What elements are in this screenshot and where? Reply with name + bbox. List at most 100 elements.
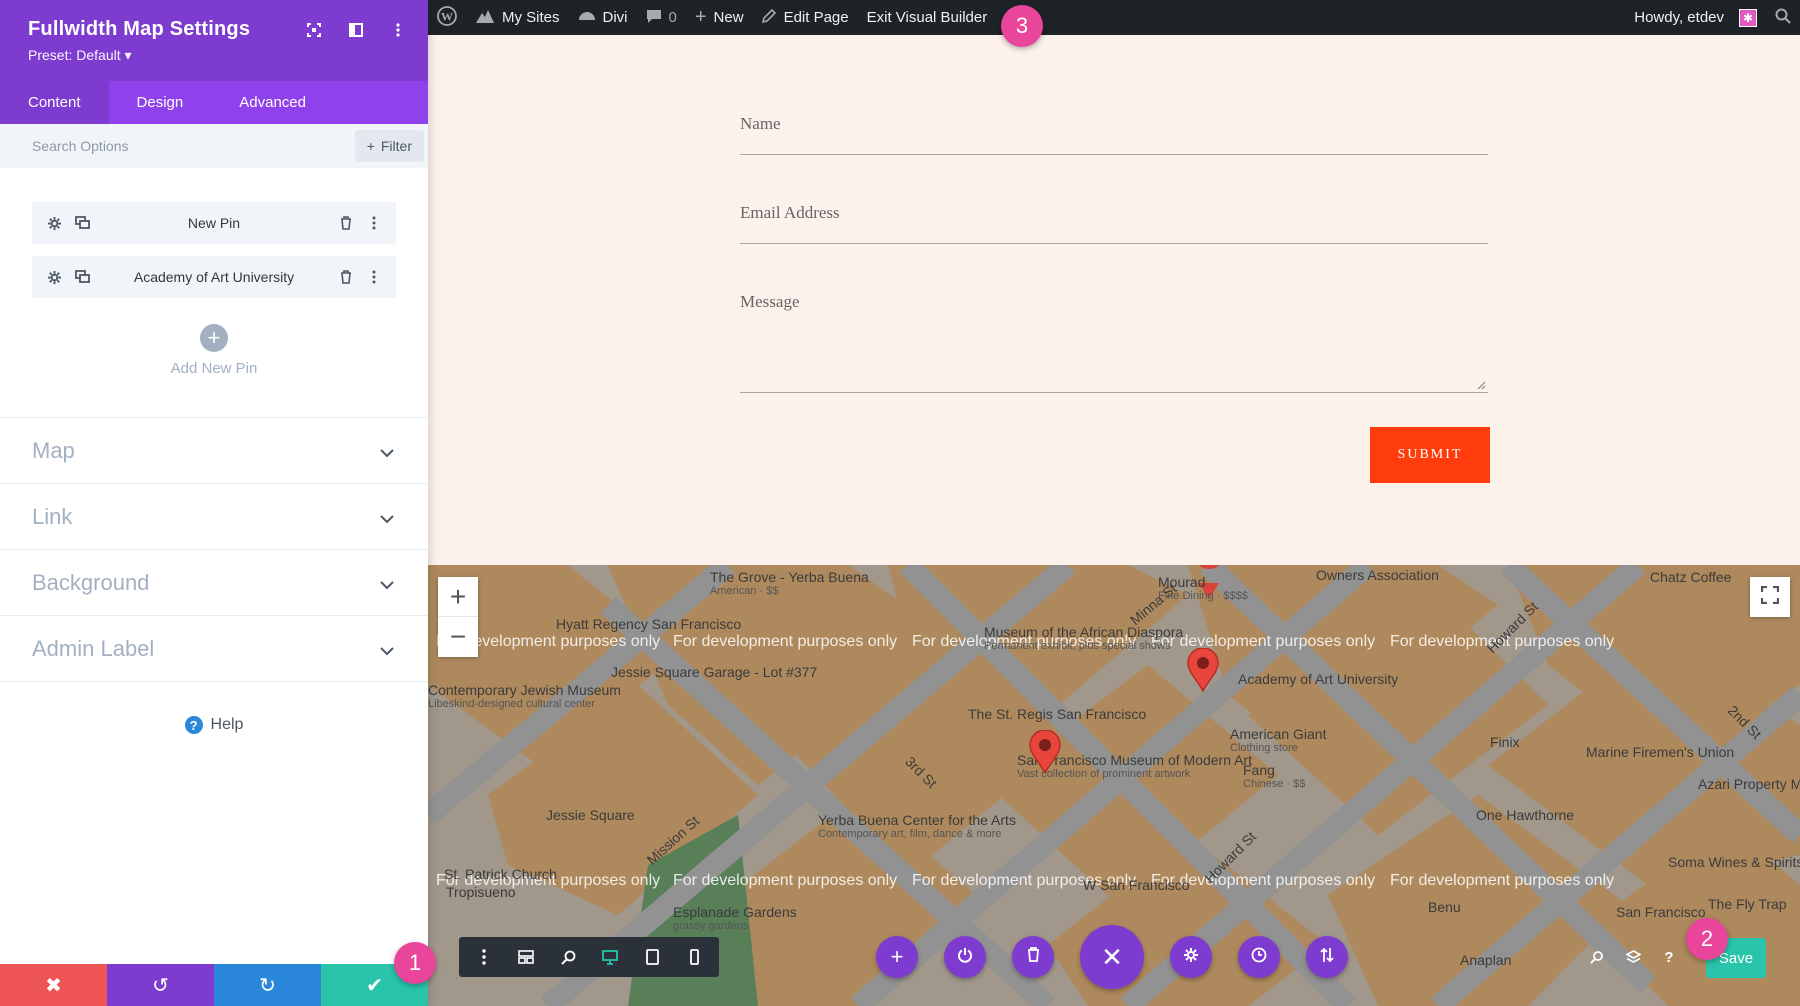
message-field[interactable]: Message bbox=[740, 256, 1488, 393]
phone-icon[interactable] bbox=[675, 942, 713, 972]
zoom-out-button[interactable]: − bbox=[438, 617, 478, 657]
clear-layout-button[interactable] bbox=[1012, 936, 1054, 978]
new-content-menu[interactable]: + New bbox=[686, 0, 753, 35]
settings-icon bbox=[1183, 947, 1199, 968]
close-icon: ✖ bbox=[45, 974, 62, 997]
undo-icon: ↺ bbox=[152, 974, 169, 997]
map-place-label: Owners Association bbox=[1316, 567, 1439, 583]
step-badge: 3 bbox=[1001, 5, 1043, 47]
more-options-icon[interactable] bbox=[364, 213, 384, 233]
map-pin-marker-icon[interactable] bbox=[1186, 647, 1220, 697]
chevron-down-icon bbox=[380, 636, 394, 662]
edit-page-link[interactable]: Edit Page bbox=[753, 0, 858, 35]
map-place-label: Mourad Fine Dining · $$$$ bbox=[1158, 574, 1248, 603]
wireframe-icon[interactable] bbox=[507, 942, 545, 972]
preset-dropdown[interactable]: Preset: Default ▾ bbox=[28, 47, 400, 64]
preset-label: Preset: Default bbox=[28, 47, 121, 63]
contact-form-section: Name Email Address Message SUBMIT bbox=[428, 35, 1800, 565]
edit-page-label: Edit Page bbox=[783, 9, 849, 26]
zoom-in-button[interactable]: + bbox=[438, 577, 478, 617]
email-field[interactable]: Email Address bbox=[740, 167, 1488, 244]
more-options-icon[interactable] bbox=[388, 20, 408, 40]
divi-menu[interactable]: Divi bbox=[569, 0, 637, 35]
toggle-background[interactable]: Background bbox=[0, 550, 428, 616]
add-icon: + bbox=[890, 944, 904, 969]
help-icon: ? bbox=[184, 716, 203, 734]
map-place-label: St. Patrick Church bbox=[444, 866, 557, 882]
expand-modal-icon[interactable] bbox=[304, 20, 324, 40]
module-settings-panel: Fullwidth Map Settings Preset: Default ▾… bbox=[0, 0, 428, 1006]
map-place-label: One Hawthorne bbox=[1476, 807, 1575, 823]
undo-button[interactable]: ↺ bbox=[107, 964, 214, 1006]
more-icon[interactable] bbox=[465, 942, 503, 972]
my-sites-menu[interactable]: My Sites bbox=[466, 0, 569, 35]
tablet-icon[interactable] bbox=[633, 942, 671, 972]
page-settings-button[interactable] bbox=[1170, 936, 1212, 978]
toggle-admin-label[interactable]: Admin Label bbox=[0, 616, 428, 682]
trash-icon[interactable] bbox=[336, 213, 356, 233]
panel-tabs: Content Design Advanced bbox=[0, 81, 428, 124]
load-from-library-button[interactable] bbox=[944, 936, 986, 978]
toggle-link[interactable]: Link bbox=[0, 484, 428, 550]
map-place-label: Tropisueno bbox=[446, 884, 516, 900]
add-new-pin-label: Add New Pin bbox=[170, 360, 258, 377]
comments-link[interactable]: 0 bbox=[637, 0, 686, 35]
discard-button[interactable]: ✖ bbox=[0, 964, 107, 1006]
map-place-label: Esplanade Gardens grassy gardens bbox=[673, 904, 797, 933]
map-place-label: Fang Chinese · $$ bbox=[1243, 762, 1306, 791]
duplicate-icon[interactable] bbox=[72, 267, 92, 287]
search-toggle[interactable] bbox=[1766, 0, 1800, 35]
tab-advanced[interactable]: Advanced bbox=[211, 81, 334, 124]
plus-icon: + bbox=[694, 6, 707, 28]
duplicate-icon[interactable] bbox=[72, 213, 92, 233]
map-place-label: American Giant Clothing store bbox=[1230, 726, 1327, 755]
tab-content[interactable]: Content bbox=[0, 81, 109, 124]
map-place-label: Academy of Art University bbox=[1238, 671, 1399, 687]
plus-icon: + bbox=[366, 138, 375, 154]
add-section-button[interactable]: + bbox=[876, 936, 918, 978]
wordpress-logo-icon: W bbox=[437, 5, 457, 30]
map-place-label: The Fly Trap bbox=[1708, 896, 1787, 912]
panel-header: Fullwidth Map Settings Preset: Default ▾ bbox=[0, 0, 428, 81]
pin-item-new-pin[interactable]: New Pin bbox=[32, 202, 396, 244]
divi-icon bbox=[578, 8, 596, 28]
search-icon[interactable] bbox=[1582, 942, 1612, 972]
exit-builder-button[interactable]: ✕ bbox=[1080, 925, 1144, 989]
editing-history-button[interactable] bbox=[1238, 936, 1280, 978]
snap-sidebar-icon[interactable] bbox=[346, 20, 366, 40]
map-place-label: Benu bbox=[1428, 899, 1461, 915]
submit-button[interactable]: SUBMIT bbox=[1370, 427, 1490, 483]
pin-item-academy[interactable]: Academy of Art University bbox=[32, 256, 396, 298]
exit-visual-builder-link[interactable]: Exit Visual Builder bbox=[858, 0, 997, 35]
map-pin-marker-icon[interactable] bbox=[1028, 729, 1062, 779]
desktop-icon[interactable] bbox=[591, 942, 629, 972]
map-fullscreen-button[interactable] bbox=[1750, 577, 1790, 617]
redo-button[interactable]: ↻ bbox=[214, 964, 321, 1006]
my-sites-icon bbox=[475, 8, 495, 28]
filter-button[interactable]: + Filter bbox=[354, 130, 424, 162]
search-options-input[interactable] bbox=[32, 138, 332, 154]
more-options-icon[interactable] bbox=[364, 267, 384, 287]
wordpress-logo-button[interactable]: W bbox=[428, 0, 466, 35]
resize-handle-icon[interactable] bbox=[1476, 380, 1486, 390]
tab-design[interactable]: Design bbox=[109, 81, 212, 124]
wp-admin-bar: W My Sites Divi 0 + New Edit Page Exit V… bbox=[428, 0, 1800, 35]
toggle-map[interactable]: Map bbox=[0, 418, 428, 484]
trash-icon[interactable] bbox=[336, 267, 356, 287]
help-icon[interactable]: ? bbox=[1654, 942, 1684, 972]
gear-icon[interactable] bbox=[44, 213, 64, 233]
zoom-icon[interactable] bbox=[549, 942, 587, 972]
gear-icon[interactable] bbox=[44, 267, 64, 287]
layers-icon[interactable] bbox=[1618, 942, 1648, 972]
add-new-pin-button[interactable]: + Add New Pin bbox=[32, 324, 396, 377]
name-field[interactable]: Name bbox=[740, 78, 1488, 155]
power-icon bbox=[957, 947, 973, 968]
account-menu[interactable]: Howdy, etdev ✱ bbox=[1625, 0, 1766, 35]
email-field-label: Email Address bbox=[740, 203, 840, 222]
help-link[interactable]: ? Help bbox=[0, 716, 428, 734]
portability-button[interactable] bbox=[1306, 936, 1348, 978]
search-icon bbox=[1775, 8, 1791, 28]
pencil-icon bbox=[761, 8, 777, 27]
map-watermark: For development purposes only bbox=[673, 633, 898, 650]
panel-footer: ✖ ↺ ↻ ✔ bbox=[0, 964, 428, 1006]
